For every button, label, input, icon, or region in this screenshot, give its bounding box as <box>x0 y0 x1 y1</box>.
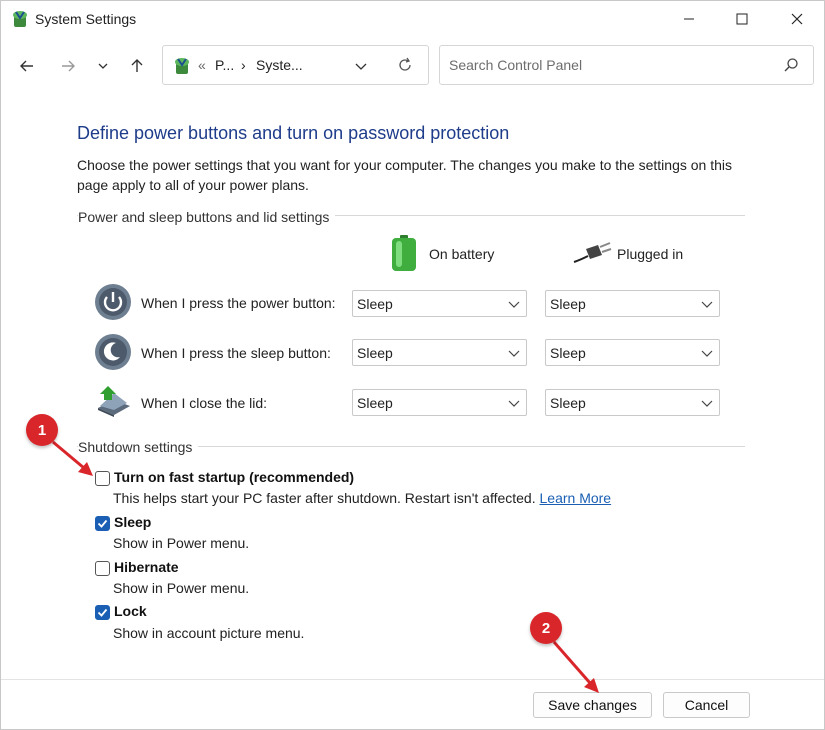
shutdown-group-label: Shutdown settings <box>78 439 199 455</box>
cancel-button[interactable]: Cancel <box>663 692 750 718</box>
search-box[interactable]: Search Control Panel <box>439 45 814 85</box>
up-button[interactable] <box>124 53 150 79</box>
power-button-label: When I press the power button: <box>141 295 336 311</box>
search-placeholder: Search Control Panel <box>449 57 583 73</box>
system-settings-window: System Settings « P... › Syste... Search… <box>0 0 825 730</box>
checkmark-icon <box>97 519 108 528</box>
sleep-button-label: When I press the sleep button: <box>141 345 331 361</box>
close-lid-plugged-select[interactable]: Sleep <box>545 389 720 416</box>
chevron-down-icon <box>508 301 520 308</box>
battery-icon <box>392 235 416 271</box>
select-value: Sleep <box>357 345 393 361</box>
power-button-battery-select[interactable]: Sleep <box>352 290 527 317</box>
maximize-button[interactable] <box>717 1 767 37</box>
navigation-bar: « P... › Syste... Search Control Panel <box>1 37 824 97</box>
power-button-icon <box>95 284 131 320</box>
footer-divider <box>1 679 824 680</box>
maximize-icon <box>736 13 748 25</box>
select-value: Sleep <box>550 395 586 411</box>
lock-option-title: Lock <box>114 603 147 619</box>
hibernate-option-title: Hibernate <box>114 559 179 575</box>
on-battery-header: On battery <box>429 246 495 262</box>
power-button-plugged-select[interactable]: Sleep <box>545 290 720 317</box>
minimize-icon <box>684 18 694 20</box>
plugged-in-header: Plugged in <box>617 246 684 262</box>
minimize-button[interactable] <box>664 1 714 37</box>
fast-startup-title: Turn on fast startup (recommended) <box>114 469 355 485</box>
sleep-checkbox[interactable] <box>95 516 110 531</box>
breadcrumb-separator[interactable]: › <box>241 57 246 73</box>
sleep-option-subtitle: Show in Power menu. <box>113 535 250 551</box>
address-dropdown-icon[interactable] <box>355 60 367 72</box>
select-value: Sleep <box>550 296 586 312</box>
chevron-down-icon <box>701 301 713 308</box>
select-value: Sleep <box>357 395 393 411</box>
address-bar[interactable]: « P... › Syste... <box>162 45 429 85</box>
callout-badge-1: 1 <box>26 414 58 446</box>
sleep-button-battery-select[interactable]: Sleep <box>352 339 527 366</box>
page-title: Define power buttons and turn on passwor… <box>77 123 510 143</box>
chevron-down-icon <box>701 400 713 407</box>
up-arrow-icon <box>131 59 143 72</box>
forward-arrow-icon <box>62 60 75 72</box>
recent-locations-button[interactable] <box>90 53 116 79</box>
page-description: Choose the power settings that you want … <box>77 157 733 193</box>
forward-button[interactable] <box>55 53 81 79</box>
fast-startup-checkbox[interactable] <box>95 471 110 486</box>
breadcrumb-item-1[interactable]: P... <box>215 57 234 73</box>
callout-badge-2: 2 <box>530 612 562 644</box>
back-arrow-icon <box>20 60 33 72</box>
fast-startup-description: This helps start your PC faster after sh… <box>113 490 611 506</box>
power-plug-icon <box>573 242 612 263</box>
chevron-down-icon <box>508 350 520 357</box>
search-icon[interactable] <box>783 57 799 73</box>
window-title: System Settings <box>35 11 137 27</box>
control-panel-icon <box>13 11 27 27</box>
hibernate-checkbox[interactable] <box>95 561 110 576</box>
breadcrumb-item-2[interactable]: Syste... <box>256 57 303 73</box>
lock-option-subtitle: Show in account picture menu. <box>113 625 305 641</box>
control-panel-icon <box>175 58 189 74</box>
chevron-down-icon <box>98 63 108 69</box>
save-changes-button[interactable]: Save changes <box>533 692 652 718</box>
select-value: Sleep <box>550 345 586 361</box>
checkmark-icon <box>97 608 108 617</box>
close-lid-label: When I close the lid: <box>141 395 268 411</box>
fast-startup-subtitle: This helps start your PC faster after sh… <box>113 490 536 506</box>
callout-arrow-2 <box>552 641 599 693</box>
chevron-down-icon <box>701 350 713 357</box>
refresh-icon[interactable] <box>397 57 413 73</box>
sleep-button-icon <box>95 334 131 370</box>
lock-checkbox[interactable] <box>95 605 110 620</box>
laptop-lid-icon <box>98 386 130 417</box>
power-group-label: Power and sleep buttons and lid settings <box>78 209 336 225</box>
sleep-button-plugged-select[interactable]: Sleep <box>545 339 720 366</box>
chevron-down-icon <box>508 400 520 407</box>
sleep-option-title: Sleep <box>114 514 152 530</box>
breadcrumb-overflow[interactable]: « <box>198 57 206 73</box>
learn-more-link[interactable]: Learn More <box>540 490 612 506</box>
close-button[interactable] <box>772 1 822 37</box>
close-icon <box>791 13 803 25</box>
select-value: Sleep <box>357 296 393 312</box>
title-bar: System Settings <box>1 1 824 37</box>
back-button[interactable] <box>14 53 40 79</box>
hibernate-option-subtitle: Show in Power menu. <box>113 580 250 596</box>
close-lid-battery-select[interactable]: Sleep <box>352 389 527 416</box>
